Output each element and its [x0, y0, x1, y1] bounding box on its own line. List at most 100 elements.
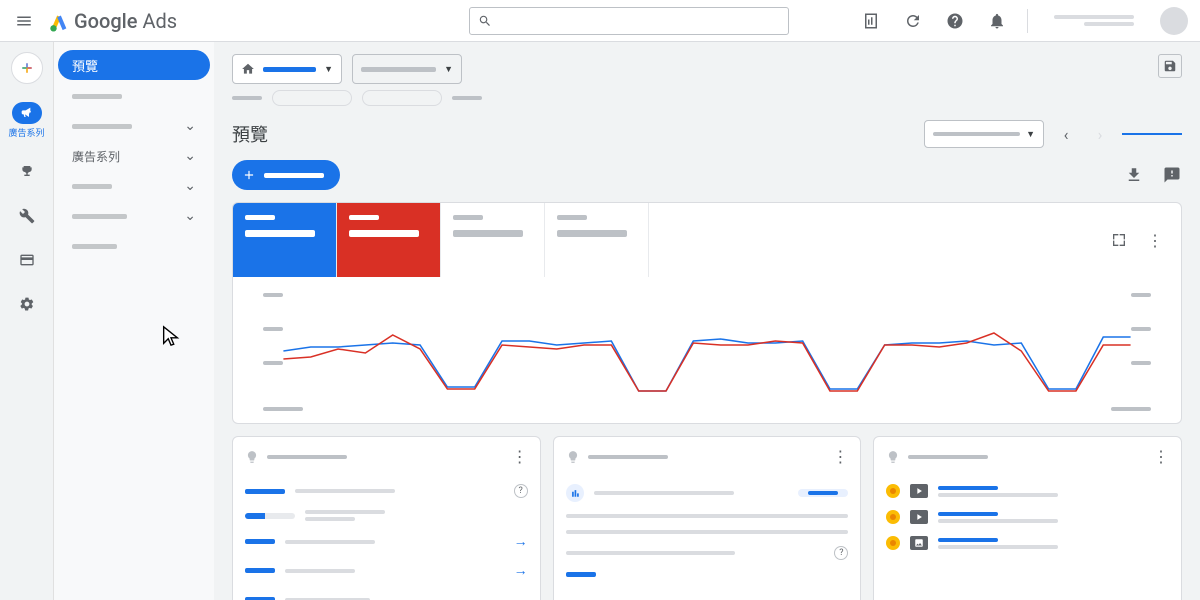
ads-logo-icon: [48, 10, 70, 32]
filter-chip[interactable]: [232, 96, 262, 100]
user-avatar[interactable]: [1160, 7, 1188, 35]
filter-chip[interactable]: [362, 90, 442, 106]
image-icon: [910, 536, 928, 550]
refresh-icon[interactable]: [901, 9, 925, 33]
performance-chart-card: ⋮: [232, 202, 1182, 424]
account-selector[interactable]: ▼: [232, 54, 342, 84]
filter-chip[interactable]: [272, 90, 352, 106]
save-icon: [1163, 59, 1177, 73]
sidebar-campaigns[interactable]: 廣告系列⌄: [58, 142, 210, 170]
bar-chart-icon: [566, 484, 584, 502]
main-content: ▼ ▼ 預覽 ▼ ‹ ›: [214, 42, 1200, 600]
card-icon: [19, 252, 35, 268]
tools-icon: [19, 208, 35, 224]
recommendation-row[interactable]: →: [245, 585, 528, 600]
divider: [1027, 9, 1028, 33]
house-icon: [241, 62, 255, 76]
reports-icon[interactable]: [859, 9, 883, 33]
metric-tab-2[interactable]: [337, 203, 441, 277]
card-menu-button[interactable]: ⋮: [1153, 447, 1169, 466]
help-icon[interactable]: ?: [514, 484, 528, 498]
feedback-button[interactable]: [1162, 165, 1182, 185]
arrow-icon: →: [514, 591, 528, 600]
nav-rail: 廣告系列: [0, 42, 54, 600]
sidebar-item[interactable]: ⌄: [58, 202, 210, 230]
search-input[interactable]: [469, 7, 789, 35]
product-logo[interactable]: Google Ads: [48, 9, 177, 33]
product-name: Google Ads: [74, 9, 177, 33]
sparkline: [1122, 133, 1182, 135]
trophy-icon: [19, 164, 35, 180]
rail-admin[interactable]: [0, 289, 53, 319]
lightbulb-icon: [245, 450, 259, 464]
card-menu-button[interactable]: ⋮: [512, 447, 528, 466]
sidebar-item[interactable]: ⌄: [58, 172, 210, 200]
status-dot-icon: [886, 510, 900, 524]
rail-tools[interactable]: [0, 201, 53, 231]
create-button[interactable]: [11, 52, 43, 84]
status-dot-icon: [886, 536, 900, 550]
account-switcher[interactable]: [1046, 15, 1142, 26]
recommendation-row[interactable]: →: [245, 527, 528, 556]
expand-icon: [1111, 232, 1127, 248]
hamburger-icon[interactable]: [12, 9, 36, 33]
megaphone-icon: [19, 105, 35, 121]
help-icon[interactable]: ?: [834, 546, 848, 560]
recommendation-row[interactable]: ?: [245, 478, 528, 504]
chart-menu-button[interactable]: ⋮: [1145, 230, 1165, 250]
sidebar: 預覽 ⌄ 廣告系列⌄ ⌄ ⌄: [54, 42, 214, 600]
arrow-icon: →: [514, 533, 528, 550]
insight-cards-row: ⋮ ? → → → ⋮: [232, 436, 1182, 600]
date-range-selector[interactable]: ▼: [924, 120, 1044, 148]
insight-row[interactable]: [566, 478, 849, 508]
arrow-icon: →: [514, 562, 528, 579]
insights-card: ⋮ ?: [553, 436, 862, 600]
metric-tab-3[interactable]: [441, 203, 545, 277]
date-next-button: ›: [1088, 122, 1112, 146]
filter-chips: [232, 90, 1182, 106]
expand-chart-button[interactable]: [1109, 230, 1129, 250]
asset-row[interactable]: [886, 530, 1169, 556]
rail-goals[interactable]: [0, 157, 53, 187]
scope-selectors: ▼ ▼: [232, 54, 1182, 84]
lightbulb-icon: [566, 450, 580, 464]
download-icon: [1125, 166, 1143, 184]
plus-icon: [242, 168, 256, 182]
notifications-icon[interactable]: [985, 9, 1009, 33]
card-menu-button[interactable]: ⋮: [832, 447, 848, 466]
feedback-icon: [1163, 166, 1181, 184]
action-row: [232, 160, 1182, 190]
video-icon: [910, 484, 928, 498]
sidebar-item[interactable]: [58, 232, 210, 260]
metric-tab-4[interactable]: [545, 203, 649, 277]
status-dot-icon: [886, 484, 900, 498]
rail-billing[interactable]: [0, 245, 53, 275]
lightbulb-icon: [886, 450, 900, 464]
page-title: 預覽: [232, 121, 268, 147]
recommendation-row[interactable]: [245, 504, 528, 527]
recommendation-row[interactable]: →: [245, 556, 528, 585]
asset-row[interactable]: [886, 478, 1169, 504]
assets-card: ⋮: [873, 436, 1182, 600]
page-title-row: 預覽 ▼ ‹ ›: [232, 120, 1182, 148]
filter-chip[interactable]: [452, 96, 482, 100]
sidebar-item[interactable]: ⌄: [58, 112, 210, 140]
date-prev-button[interactable]: ‹: [1054, 122, 1078, 146]
search-icon: [478, 14, 492, 28]
video-icon: [910, 510, 928, 524]
asset-row[interactable]: [886, 504, 1169, 530]
rail-campaigns-label: 廣告系列: [8, 126, 44, 139]
header-actions: [859, 7, 1188, 35]
save-view-button[interactable]: [1158, 54, 1182, 78]
sidebar-item[interactable]: [58, 82, 210, 110]
recommendations-card: ⋮ ? → → →: [232, 436, 541, 600]
sidebar-overview[interactable]: 預覽: [58, 50, 210, 80]
new-campaign-button[interactable]: [232, 160, 340, 190]
gear-icon: [19, 296, 35, 312]
help-icon[interactable]: [943, 9, 967, 33]
campaign-selector[interactable]: ▼: [352, 54, 462, 84]
metric-tab-1[interactable]: [233, 203, 337, 277]
download-button[interactable]: [1124, 165, 1144, 185]
rail-campaigns[interactable]: 廣告系列: [0, 98, 53, 143]
chart-body: [233, 277, 1181, 407]
